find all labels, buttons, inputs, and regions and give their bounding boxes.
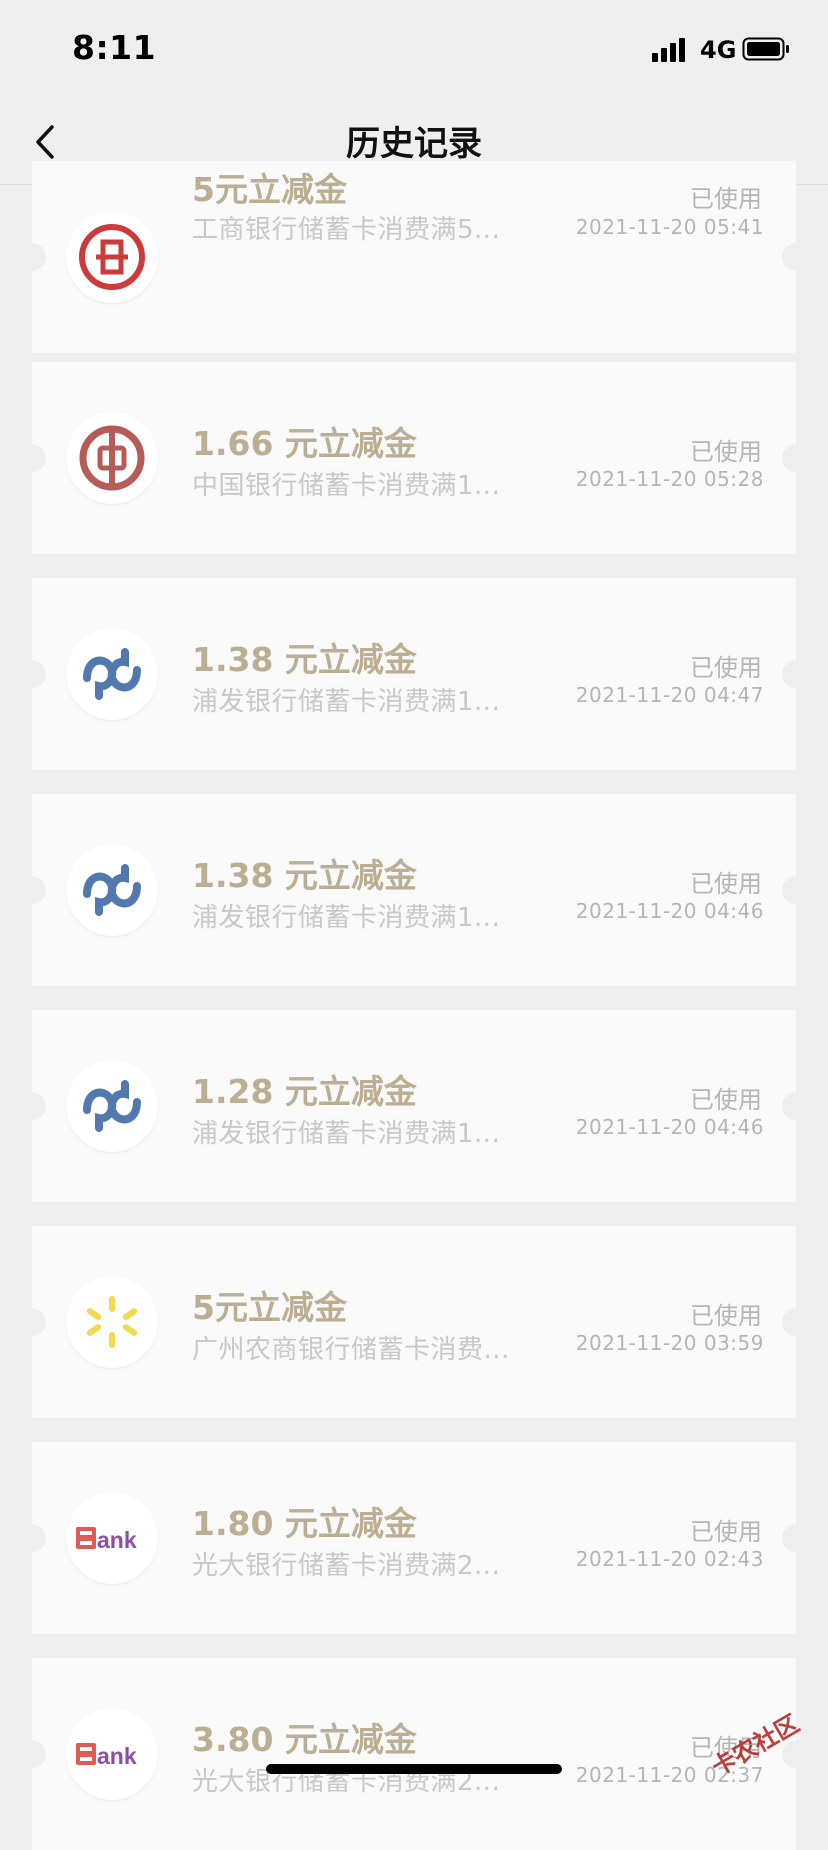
voucher-amount: 1.28 元立减金	[192, 1065, 417, 1113]
voucher-description: 浦发银行储蓄卡消费满1...	[192, 897, 500, 934]
used-status: 已使用	[690, 1512, 762, 1547]
history-card[interactable]: 1.66 元立减金 中国银行储蓄卡消费满1... 已使用 2021-11-20 …	[32, 362, 796, 554]
network-label: 4G	[700, 36, 736, 64]
voucher-amount: 5元立减金	[192, 1281, 347, 1329]
history-card[interactable]: 1.38 元立减金 浦发银行储蓄卡消费满1... 已使用 2021-11-20 …	[32, 578, 796, 770]
voucher-description: 浦发银行储蓄卡消费满1...	[192, 681, 500, 718]
record-datetime: 2021-11-20 04:46	[576, 899, 764, 923]
svg-text:ank: ank	[97, 1743, 137, 1769]
signal-icon	[652, 38, 692, 62]
voucher-amount: 1.66 元立减金	[192, 417, 417, 465]
used-status: 已使用	[690, 432, 762, 467]
status-bar: 8:11 4G	[0, 0, 828, 100]
ceb-logo-icon: ank	[66, 1492, 158, 1584]
used-status: 已使用	[690, 864, 762, 899]
status-time: 8:11	[72, 28, 156, 67]
history-card[interactable]: 5元立减金 工商银行储蓄卡消费满5... 已使用 2021-11-20 05:4…	[32, 161, 796, 353]
spdb-logo-icon	[66, 628, 158, 720]
voucher-description: 工商银行储蓄卡消费满5...	[192, 209, 500, 246]
voucher-amount: 1.38 元立减金	[192, 849, 417, 897]
icbc-logo-icon	[66, 211, 158, 303]
history-card[interactable]: ank 1.80 元立减金 光大银行储蓄卡消费满2... 已使用 2021-11…	[32, 1442, 796, 1634]
boc-logo-icon	[66, 412, 158, 504]
voucher-description: 浦发银行储蓄卡消费满1...	[192, 1113, 500, 1150]
voucher-description: 中国银行储蓄卡消费满1...	[192, 465, 500, 502]
voucher-amount: 1.38 元立减金	[192, 633, 417, 681]
record-datetime: 2021-11-20 02:43	[576, 1547, 764, 1571]
record-datetime: 2021-11-20 03:59	[576, 1331, 764, 1355]
used-status: 已使用	[690, 1080, 762, 1115]
voucher-description: 广州农商银行储蓄卡消费...	[192, 1329, 510, 1366]
battery-icon	[742, 36, 790, 62]
history-card[interactable]: ank 3.80 元立减金 光大银行储蓄卡消费满2... 已使用 2021-11…	[32, 1658, 796, 1850]
record-datetime: 2021-11-20 05:41	[576, 215, 764, 239]
spdb-logo-icon	[66, 844, 158, 936]
record-datetime: 2021-11-20 04:47	[576, 683, 764, 707]
history-card[interactable]: 5元立减金 广州农商银行储蓄卡消费... 已使用 2021-11-20 03:5…	[32, 1226, 796, 1418]
record-datetime: 2021-11-20 05:28	[576, 467, 764, 491]
page-title: 历史记录	[0, 116, 828, 165]
spdb-logo-icon	[66, 1060, 158, 1152]
record-datetime: 2021-11-20 04:46	[576, 1115, 764, 1139]
svg-text:ank: ank	[97, 1527, 137, 1553]
used-status: 已使用	[690, 1296, 762, 1331]
history-card[interactable]: 1.28 元立减金 浦发银行储蓄卡消费满1... 已使用 2021-11-20 …	[32, 1010, 796, 1202]
voucher-amount: 5元立减金	[192, 163, 347, 211]
ceb-logo-icon: ank	[66, 1708, 158, 1800]
voucher-description: 光大银行储蓄卡消费满2...	[192, 1545, 500, 1582]
voucher-amount: 3.80 元立减金	[192, 1713, 417, 1761]
used-status: 已使用	[690, 179, 762, 214]
voucher-amount: 1.80 元立减金	[192, 1497, 417, 1545]
home-indicator[interactable]	[266, 1764, 562, 1774]
used-status: 已使用	[690, 648, 762, 683]
history-card[interactable]: 1.38 元立减金 浦发银行储蓄卡消费满1... 已使用 2021-11-20 …	[32, 794, 796, 986]
grcb-logo-icon	[66, 1276, 158, 1368]
